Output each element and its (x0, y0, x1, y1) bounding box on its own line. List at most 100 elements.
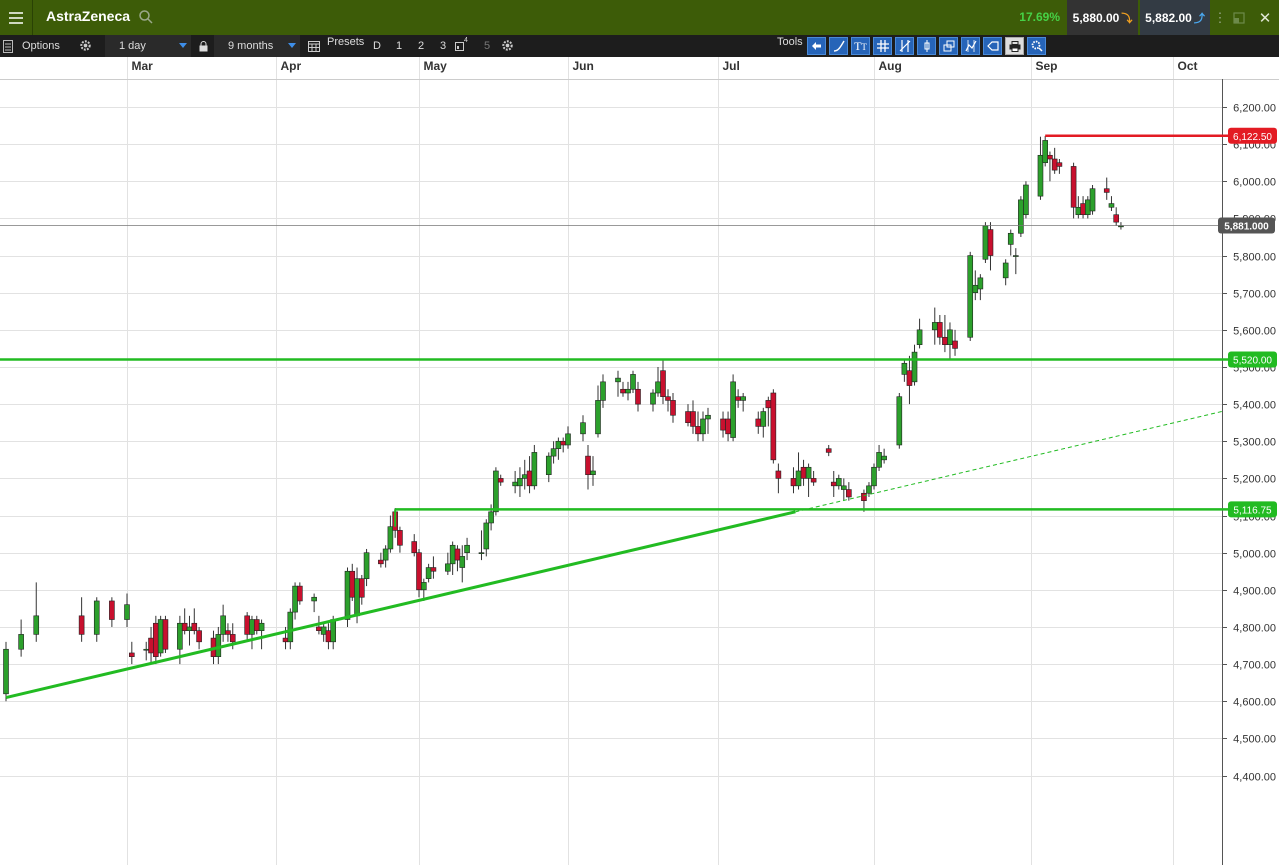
candle-body (521, 474, 528, 479)
candle-body (585, 455, 591, 475)
candle-body (181, 622, 188, 631)
candle-body (635, 388, 641, 405)
candle-body (810, 478, 817, 483)
options-menu[interactable]: Options (22, 35, 60, 57)
down-arrow-icon: ⤵ (1121, 12, 1133, 25)
sidebar-toggle-icon[interactable] (3, 35, 13, 57)
candle (157, 615, 164, 657)
text-tool[interactable]: TT (851, 37, 870, 55)
chart-toolbar: Options 1 day 9 months Presets D 1 2 3 4… (0, 35, 1279, 57)
instrument-title: AstraZeneca (46, 8, 131, 24)
candle-body (416, 552, 422, 591)
preset-settings-gear-icon[interactable] (501, 39, 514, 52)
candle-body (937, 322, 943, 338)
candle-body (287, 611, 294, 643)
buy-price-button[interactable]: 5,882.00 ⤴ (1140, 0, 1210, 35)
candle-body (157, 619, 164, 654)
search-icon[interactable] (138, 9, 154, 25)
price-chart[interactable]: Mar Apr May Jun Jul Aug Sep Oct 6,200.006,100.0… (0, 57, 1279, 865)
layers-tool[interactable] (939, 37, 958, 55)
candle-body (545, 455, 552, 475)
candle-body (790, 478, 797, 487)
settings-gear-icon[interactable] (79, 39, 92, 52)
x-tick-label: Oct (1178, 59, 1198, 73)
curve-tool[interactable] (829, 37, 848, 55)
curve-icon (833, 40, 845, 52)
label-tool[interactable] (983, 37, 1002, 55)
back-arrow-tool[interactable] (807, 37, 826, 55)
candle-body (258, 622, 265, 631)
menu-icon[interactable] (0, 0, 33, 35)
candle-body (861, 492, 867, 501)
price-level-tag: 5,116.75 (1228, 501, 1277, 518)
y-tick-label: 5,300.00 (1233, 437, 1276, 449)
candle-body (354, 578, 360, 617)
candle-body (1113, 214, 1119, 223)
candle-body (846, 489, 852, 498)
candle-body (445, 563, 451, 572)
candle-body (378, 559, 384, 565)
preset-button-1[interactable]: 1 (396, 35, 402, 57)
preset-button-4[interactable]: 4 (455, 35, 468, 57)
grid-tool[interactable] (873, 37, 892, 55)
candle-body (835, 478, 842, 487)
candle-body (311, 596, 317, 602)
candle-body (615, 377, 621, 383)
range-select[interactable]: 9 months (214, 35, 300, 57)
candle-body (916, 329, 923, 345)
candle-body (720, 418, 726, 431)
preset-button-3[interactable]: 3 (440, 35, 446, 57)
candle-body (220, 615, 226, 635)
y-tick-label: 6,200.00 (1233, 103, 1276, 115)
candle-body (1075, 206, 1082, 216)
candle-body (830, 481, 837, 487)
candle-body (665, 396, 671, 401)
interval-select[interactable]: 1 day (105, 35, 191, 57)
settings-icon (1031, 40, 1043, 52)
candle-body (765, 400, 772, 409)
candle-body (3, 648, 9, 695)
candle-body (425, 567, 432, 579)
lock-icon[interactable] (199, 35, 208, 57)
preset-button-d[interactable]: D (373, 35, 381, 57)
y-tick-label: 4,800.00 (1233, 623, 1276, 635)
candle-body (177, 622, 183, 650)
candle-body (33, 615, 40, 635)
candle-body (755, 418, 762, 427)
candle-tool[interactable] (917, 37, 936, 55)
sell-price-button[interactable]: 5,880.00 ⤵ (1067, 0, 1138, 35)
candle-body (225, 630, 231, 635)
price-tag-label: 6,122.50 (1233, 132, 1272, 143)
candle-body (685, 411, 691, 423)
chevron-down-icon (288, 43, 296, 48)
candle-body (901, 362, 908, 375)
candle (416, 548, 422, 598)
candle-body (560, 440, 566, 446)
x-tick-label: Mar (132, 59, 154, 73)
preset-button-2[interactable]: 2 (418, 35, 424, 57)
preset-button-5[interactable]: 5 (484, 35, 490, 57)
drag-handle-icon[interactable]: ⋮ (1212, 0, 1228, 35)
calendar-icon[interactable] (308, 35, 320, 57)
detach-window-icon[interactable] (1230, 0, 1248, 35)
candle-body (109, 600, 115, 620)
candle-body (196, 630, 202, 643)
close-icon[interactable]: ✕ (1254, 0, 1276, 35)
y-tick-label: 5,700.00 (1233, 289, 1276, 301)
candle-body (770, 392, 777, 461)
candle-body (330, 619, 337, 643)
y-tick-label: 4,400.00 (1233, 772, 1276, 784)
indicator-tool[interactable] (961, 37, 980, 55)
candle-body (1051, 158, 1058, 171)
candle-body (358, 578, 365, 598)
chart-settings-tool[interactable] (1027, 37, 1046, 55)
candle (162, 615, 169, 653)
candle-body (795, 470, 802, 487)
back-arrow-icon (812, 42, 821, 50)
drawing-tool[interactable] (895, 37, 914, 55)
print-tool[interactable] (1005, 37, 1024, 55)
y-tick-label: 4,900.00 (1233, 586, 1276, 598)
text-tool-icon: TT (854, 38, 867, 53)
candle-body (906, 370, 913, 386)
indicator-icon (964, 40, 977, 52)
